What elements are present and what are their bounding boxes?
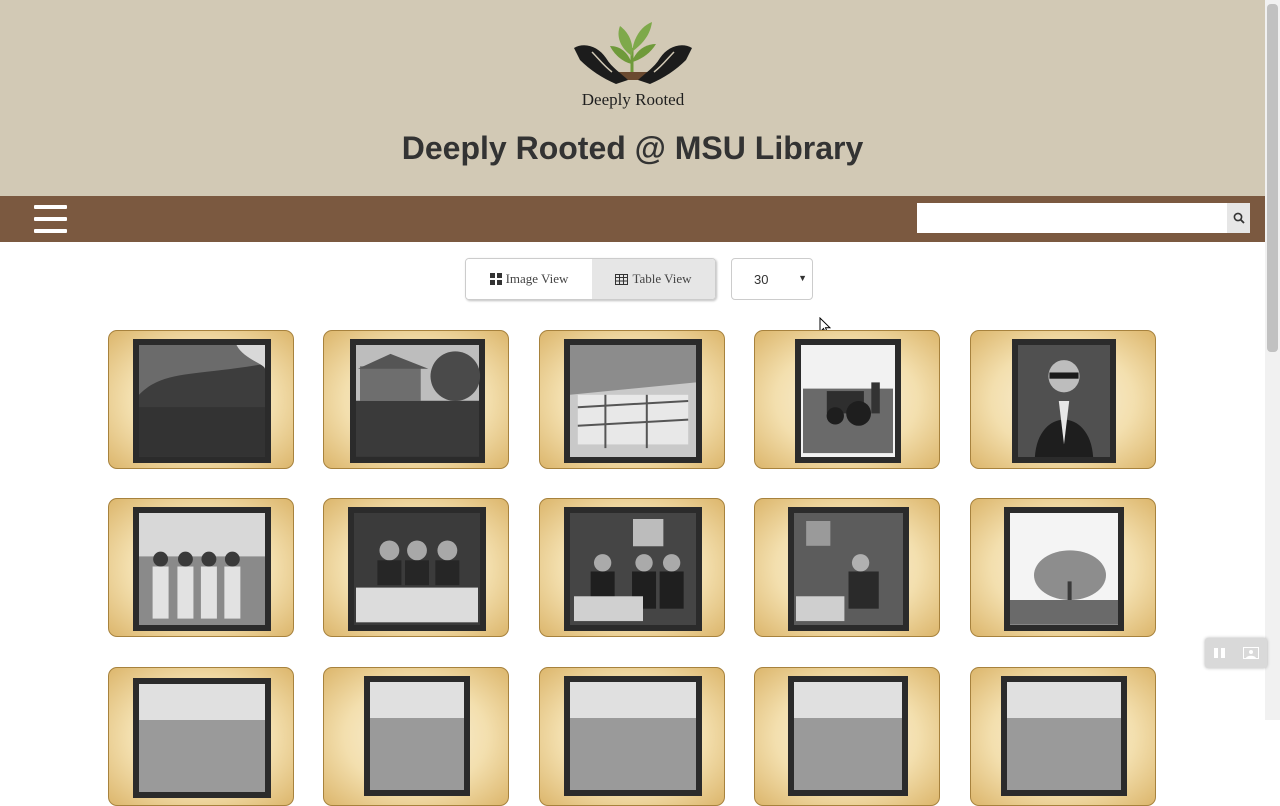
site-header: Deeply Rooted Deeply Rooted @ MSU Librar… — [0, 0, 1265, 196]
gallery-tile[interactable] — [539, 667, 725, 806]
gallery-tile[interactable] — [970, 330, 1156, 469]
gallery-tile[interactable] — [108, 330, 294, 469]
results-per-page-select[interactable]: 30 ▼ — [731, 258, 813, 300]
photo-thumbnail[interactable] — [133, 339, 271, 463]
logo-text: Deeply Rooted — [581, 90, 685, 109]
plant-in-hands-icon — [574, 22, 692, 84]
table-view-button[interactable]: Table View — [592, 259, 715, 299]
photo-thumbnail[interactable] — [795, 339, 901, 463]
gallery-tile[interactable] — [539, 498, 725, 637]
table-view-label: Table View — [632, 271, 692, 286]
gallery-tile[interactable] — [754, 667, 940, 806]
photo-thumbnail[interactable] — [788, 507, 909, 631]
photo-thumbnail[interactable] — [350, 339, 485, 463]
deeply-rooted-logo[interactable]: Deeply Rooted — [572, 18, 694, 112]
photo-thumbnail[interactable] — [564, 676, 702, 796]
search-input[interactable] — [917, 203, 1227, 233]
photo-thumbnail[interactable] — [133, 678, 271, 798]
gallery-tile[interactable] — [108, 667, 294, 806]
photo-thumbnail[interactable] — [564, 339, 702, 463]
chevron-down-icon: ▼ — [798, 273, 807, 283]
gallery-tile[interactable] — [754, 498, 940, 637]
photo-thumbnail[interactable] — [364, 676, 470, 796]
gallery-tile[interactable] — [970, 498, 1156, 637]
photo-thumbnail[interactable] — [133, 507, 271, 631]
per-page-value: 30 — [754, 272, 769, 287]
image-icon[interactable] — [1243, 647, 1259, 659]
gallery-tile[interactable] — [108, 498, 294, 637]
photo-thumbnail[interactable] — [348, 507, 486, 631]
view-toggle-group: Image View Table View — [465, 258, 716, 300]
image-view-label: Image View — [505, 271, 569, 286]
pause-icon[interactable] — [1213, 647, 1227, 659]
page-title: Deeply Rooted @ MSU Library — [401, 130, 864, 166]
photo-thumbnail[interactable] — [788, 676, 908, 796]
scrollbar-thumb[interactable] — [1267, 4, 1278, 352]
photo-thumbnail[interactable] — [564, 507, 702, 631]
grid-icon — [489, 273, 502, 285]
gallery-tile[interactable] — [970, 667, 1156, 806]
gallery-tile[interactable] — [323, 498, 509, 637]
photo-thumbnail[interactable] — [1004, 507, 1124, 631]
floating-controls[interactable] — [1205, 638, 1267, 668]
scrollbar[interactable] — [1265, 0, 1280, 720]
gallery-tile[interactable] — [323, 667, 509, 806]
table-icon — [615, 273, 629, 285]
image-view-button[interactable]: Image View — [466, 259, 592, 299]
photo-thumbnail[interactable] — [1012, 339, 1116, 463]
search-button[interactable] — [1227, 203, 1250, 233]
hamburger-menu-icon[interactable] — [34, 205, 67, 233]
photo-thumbnail[interactable] — [1001, 676, 1127, 796]
gallery-tile[interactable] — [539, 330, 725, 469]
gallery-tile[interactable] — [323, 330, 509, 469]
search-icon — [1233, 212, 1245, 224]
gallery-tile[interactable] — [754, 330, 940, 469]
